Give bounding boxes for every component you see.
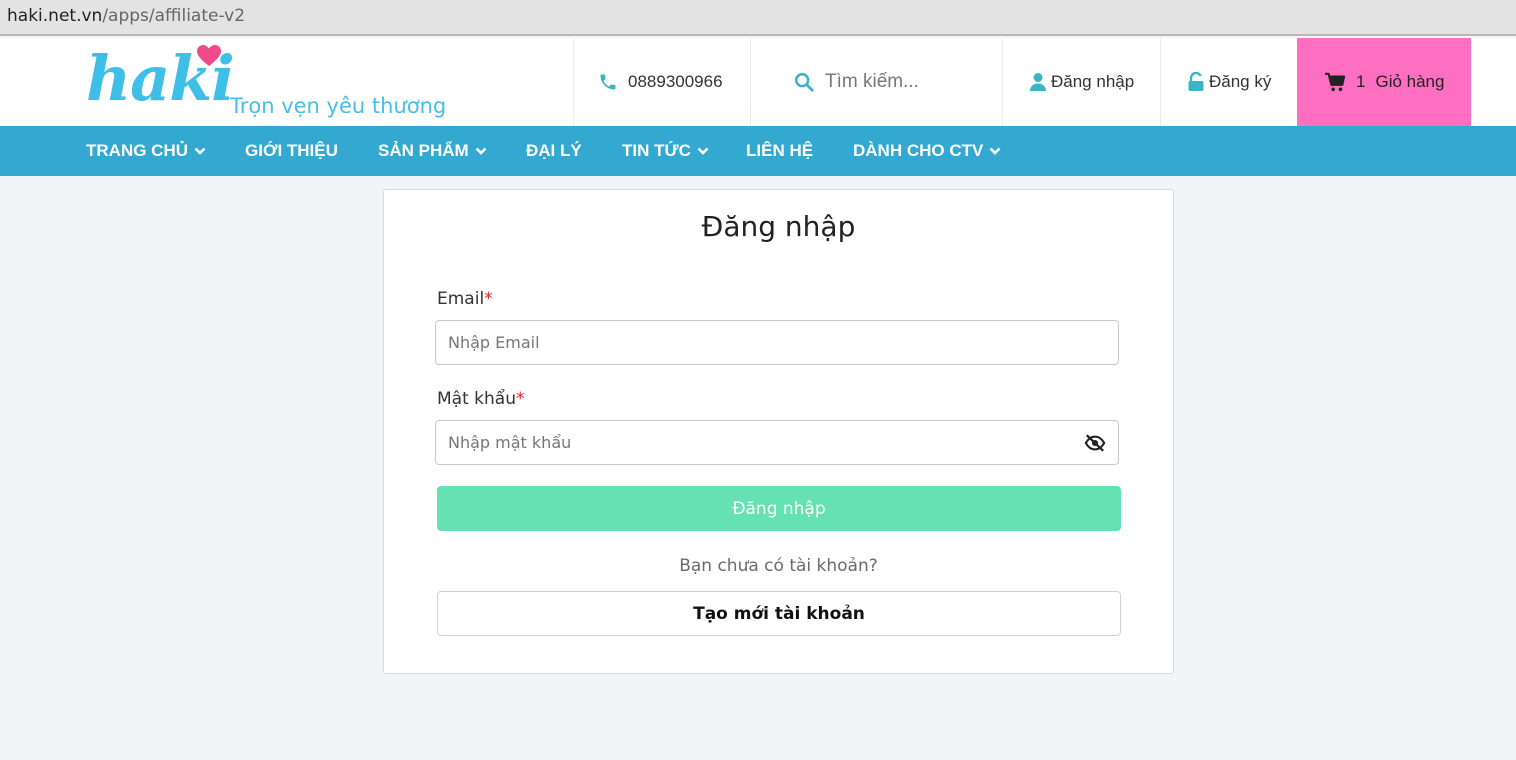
url-path: /apps/affiliate-v2 xyxy=(102,6,246,26)
main-nav: TRANG CHỦ GIỚI THIỆU SẢN PHẨM ĐẠI LÝ TIN… xyxy=(0,126,1516,176)
required-mark: * xyxy=(484,289,493,309)
chevron-down-icon xyxy=(194,147,206,155)
url-text[interactable]: haki.net.vn/apps/affiliate-v2 xyxy=(7,6,245,26)
register-link-label: Đăng ký xyxy=(1209,72,1272,91)
nav-item-lien-he[interactable]: LIÊN HỆ xyxy=(746,126,813,176)
search-icon[interactable] xyxy=(793,71,815,93)
password-label: Mật khẩu* xyxy=(437,389,524,409)
required-mark: * xyxy=(515,389,525,409)
heart-icon xyxy=(196,44,222,73)
login-link-label: Đăng nhập xyxy=(1051,72,1135,91)
password-input[interactable] xyxy=(436,421,1118,464)
nav-item-dai-ly[interactable]: ĐẠI LÝ xyxy=(526,126,582,176)
logo-tagline: Trọn vẹn yêu thương xyxy=(230,94,447,118)
phone-number: 0889300966 xyxy=(628,72,723,91)
page-title: Đăng nhập xyxy=(701,210,856,243)
login-card: Đăng nhập Email* Mật khẩu* Đăng nhập Bạn… xyxy=(383,189,1174,674)
cart-icon xyxy=(1324,72,1346,92)
no-account-text: Bạn chưa có tài khoản? xyxy=(679,556,878,576)
nav-item-gioi-thieu[interactable]: GIỚI THIỆU xyxy=(245,126,338,176)
password-field[interactable] xyxy=(435,420,1119,465)
nav-item-label: GIỚI THIỆU xyxy=(245,141,338,160)
nav-item-san-pham[interactable]: SẢN PHẨM xyxy=(378,126,487,176)
cart-label: Giỏ hàng xyxy=(1375,72,1445,91)
haki-logo[interactable]: haki Trọn vẹn yêu thương xyxy=(86,42,456,122)
nav-item-label: ĐẠI LÝ xyxy=(526,141,582,160)
site-header: haki Trọn vẹn yêu thương 0889300966 Tìm … xyxy=(0,38,1516,126)
header-cart-button[interactable]: 1 Giỏ hàng xyxy=(1297,38,1471,126)
chevron-down-icon xyxy=(697,147,709,155)
email-label-text: Email xyxy=(437,289,485,309)
header-register-link[interactable]: Đăng ký xyxy=(1160,38,1298,126)
nav-item-label: TIN TỨC xyxy=(622,141,691,160)
nav-item-trang-chu[interactable]: TRANG CHỦ xyxy=(86,126,206,176)
nav-item-danh-cho-ctv[interactable]: DÀNH CHO CTV xyxy=(853,126,1001,176)
chevron-down-icon xyxy=(989,147,1001,155)
email-input[interactable] xyxy=(436,321,1118,364)
create-account-button[interactable]: Tạo mới tài khoản xyxy=(437,591,1121,636)
search-input[interactable]: Tìm kiếm... xyxy=(825,71,919,93)
login-submit-button[interactable]: Đăng nhập xyxy=(437,486,1121,531)
user-icon xyxy=(1029,72,1047,92)
nav-item-tin-tuc[interactable]: TIN TỨC xyxy=(622,126,709,176)
password-label-text: Mật khẩu xyxy=(437,389,516,409)
phone-icon xyxy=(598,72,618,92)
unlock-icon xyxy=(1187,72,1205,92)
header-phone[interactable]: 0889300966 xyxy=(573,38,751,126)
eye-slash-icon[interactable] xyxy=(1084,433,1106,458)
header-search[interactable]: Tìm kiếm... xyxy=(750,38,1003,126)
chevron-down-icon xyxy=(475,147,487,155)
browser-url-bar[interactable]: haki.net.vn/apps/affiliate-v2 xyxy=(0,0,1516,36)
nav-item-label: LIÊN HỆ xyxy=(746,141,814,160)
nav-item-label: SẢN PHẨM xyxy=(378,141,469,160)
email-label: Email* xyxy=(437,289,493,309)
cart-count: 1 xyxy=(1356,72,1366,91)
email-field[interactable] xyxy=(435,320,1119,365)
url-host: haki.net.vn xyxy=(7,6,103,26)
nav-item-label: DÀNH CHO CTV xyxy=(853,141,984,160)
header-login-link[interactable]: Đăng nhập xyxy=(1002,38,1161,126)
nav-item-label: TRANG CHỦ xyxy=(86,141,188,160)
